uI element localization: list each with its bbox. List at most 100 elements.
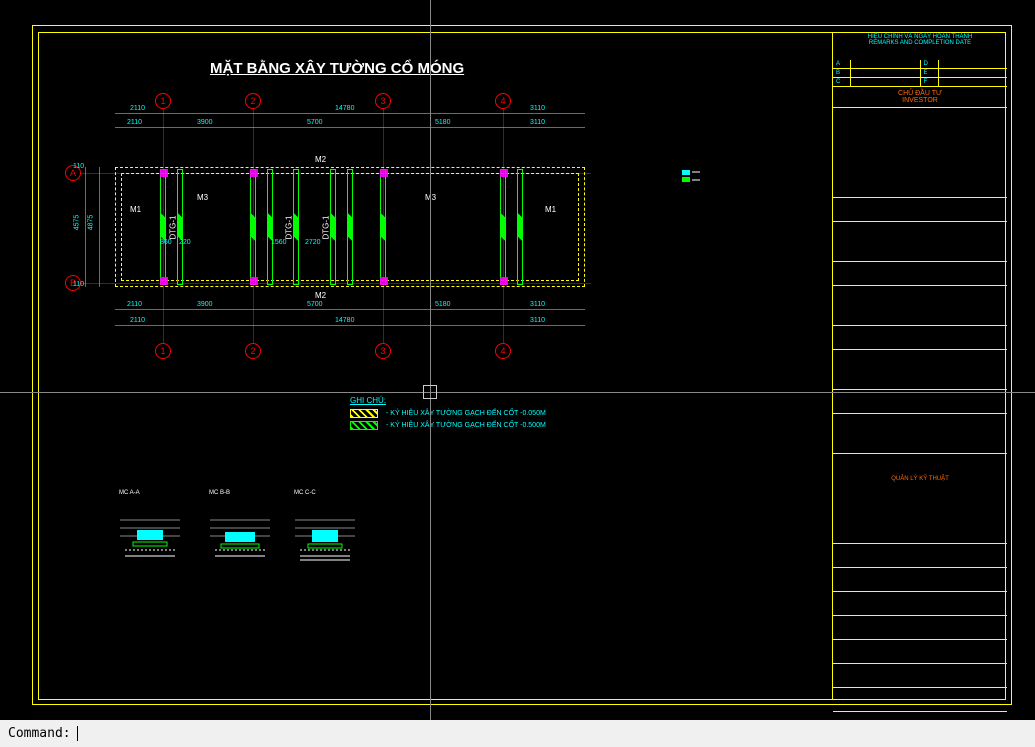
grid-bubble-2-bot: 2 xyxy=(245,343,261,359)
dim-to-1: 2110 xyxy=(130,105,145,112)
legend-swatch-yellow xyxy=(350,409,378,418)
col-3B xyxy=(380,277,388,285)
legend-text-2: - KÝ HIỆU XÂY TƯỜNG GẠCH ĐẾN CỐT -0.500M xyxy=(386,422,546,429)
crosshair-horizontal xyxy=(0,392,1035,393)
grid-bubble-4-top: 4 xyxy=(495,93,511,109)
section-symbol-block xyxy=(680,168,702,184)
investor-block: CHỦ ĐẦU TƯ INVESTOR xyxy=(833,87,1007,108)
dim-bi-1: 2110 xyxy=(127,301,142,308)
grid-bubble-1-top: 1 xyxy=(155,93,171,109)
tb-row-9 xyxy=(833,544,1007,568)
detail-3: MC C-C xyxy=(290,500,360,570)
col-1B xyxy=(160,277,168,285)
wall-green-1 xyxy=(160,169,166,285)
detail-2-title: MC B-B xyxy=(209,490,230,496)
grid-bubble-4-bot: 4 xyxy=(495,343,511,359)
tb-row-5 xyxy=(833,326,1007,350)
wall-green-2 xyxy=(250,169,256,285)
label-DTG-2: DTG-1 xyxy=(285,216,294,240)
tb-row-4 xyxy=(833,286,1007,326)
cursor-pickbox xyxy=(423,385,437,399)
label-DTG-3: DTG-1 xyxy=(322,216,331,240)
dimline-bot-outer xyxy=(115,325,585,326)
command-line[interactable]: Command: xyxy=(0,720,1035,747)
rev-header-line2: REMARKS AND COMPLETION DATE xyxy=(833,40,1007,46)
dim-to-2: 14780 xyxy=(335,105,354,112)
legend-text-1: - KÝ HIỆU XÂY TƯỜNG GẠCH ĐẾN CỐT -0.050M xyxy=(386,410,546,417)
col-3A xyxy=(380,169,388,177)
dim-in-3: 1560 xyxy=(271,239,287,246)
tb-row-6 xyxy=(833,350,1007,390)
label-M2-top: M2 xyxy=(315,155,326,164)
col-1A xyxy=(160,169,168,177)
dim-bo-2: 14780 xyxy=(335,317,354,324)
wall-green-3 xyxy=(293,169,299,285)
stamp-text: QUẢN LÝ KỸ THUẬT xyxy=(837,456,1003,482)
dim-l-4: 110 xyxy=(73,281,84,288)
col-4B xyxy=(500,277,508,285)
detail-1-title: MC A-A xyxy=(119,490,140,496)
tb-row-2 xyxy=(833,222,1007,262)
rev-cell-a: A xyxy=(833,60,851,68)
col-2B xyxy=(250,277,258,285)
col-2A xyxy=(250,169,258,177)
dim-in-1: 860 xyxy=(160,239,172,246)
grid-bubble-2-top: 2 xyxy=(245,93,261,109)
label-DTG-1: DTG-1 xyxy=(169,216,178,240)
grid-bubble-3-top: 3 xyxy=(375,93,391,109)
wall-green-2b xyxy=(267,169,273,285)
dimline-top-outer xyxy=(115,113,585,114)
legend-swatch-green xyxy=(350,421,378,430)
revision-header: HIỆU CHỈNH VÀ NGÀY HOÀN THÀNH REMARKS AN… xyxy=(833,32,1007,60)
model-viewport[interactable]: HIỆU CHỈNH VÀ NGÀY HOÀN THÀNH REMARKS AN… xyxy=(0,0,1035,720)
label-M2-bot: M2 xyxy=(315,291,326,300)
detail-2: MC B-B xyxy=(205,500,275,570)
crosshair-vertical xyxy=(430,0,431,720)
tb-stamp-area: QUẢN LÝ KỸ THUẬT xyxy=(833,454,1007,544)
dim-l-1: 110 xyxy=(73,163,84,170)
dim-ti-3: 5700 xyxy=(307,119,323,126)
wall-green-4 xyxy=(330,169,336,285)
dim-bo-3: 3110 xyxy=(530,317,545,324)
tb-row-14 xyxy=(833,664,1007,688)
legend-title: GHI CHÚ: xyxy=(350,396,546,405)
wall-green-5 xyxy=(380,169,386,285)
dimline-left-outer xyxy=(99,167,100,287)
tb-row-11 xyxy=(833,592,1007,616)
rev-cell-f: F xyxy=(921,78,939,86)
dim-bi-4: 5180 xyxy=(435,301,451,308)
col-4A xyxy=(500,169,508,177)
dim-ti-4: 5180 xyxy=(435,119,451,126)
dim-in-2: 220 xyxy=(179,239,191,246)
tb-logo-area xyxy=(833,108,1007,198)
wall-green-4b xyxy=(347,169,353,285)
dim-bi-2: 3900 xyxy=(197,301,213,308)
detail-3-title: MC C-C xyxy=(294,490,316,496)
wall-green-1b xyxy=(177,169,183,285)
dim-l-2: 4575 xyxy=(73,215,80,231)
dim-bi-3: 5700 xyxy=(307,301,323,308)
tb-row-3 xyxy=(833,262,1007,286)
rev-cell-e: E xyxy=(921,69,939,77)
dimline-left-inner xyxy=(85,167,86,287)
tb-row-8 xyxy=(833,414,1007,454)
tb-row-10 xyxy=(833,568,1007,592)
label-M1-left: M1 xyxy=(130,205,141,214)
tb-row-13 xyxy=(833,640,1007,664)
dim-in-4: 2720 xyxy=(305,239,321,246)
rev-cell-b: B xyxy=(833,69,851,77)
wall-green-6b xyxy=(517,169,523,285)
label-M1-right: M1 xyxy=(545,205,556,214)
tb-row-1 xyxy=(833,198,1007,222)
title-block: HIỆU CHỈNH VÀ NGÀY HOÀN THÀNH REMARKS AN… xyxy=(832,32,1007,700)
tb-row-15 xyxy=(833,688,1007,712)
rev-cell-c: C xyxy=(833,78,851,86)
dimline-bot-inner xyxy=(115,309,585,310)
command-caret-icon xyxy=(77,726,78,741)
detail-1: MC A-A xyxy=(115,500,185,570)
dim-bi-5: 3110 xyxy=(530,301,545,308)
label-M3-1: M3 xyxy=(197,193,208,202)
legend: GHI CHÚ: - KÝ HIỆU XÂY TƯỜNG GẠCH ĐẾN CỐ… xyxy=(350,396,546,433)
dim-ti-5: 3110 xyxy=(530,119,545,126)
dimline-top-inner xyxy=(115,127,585,128)
